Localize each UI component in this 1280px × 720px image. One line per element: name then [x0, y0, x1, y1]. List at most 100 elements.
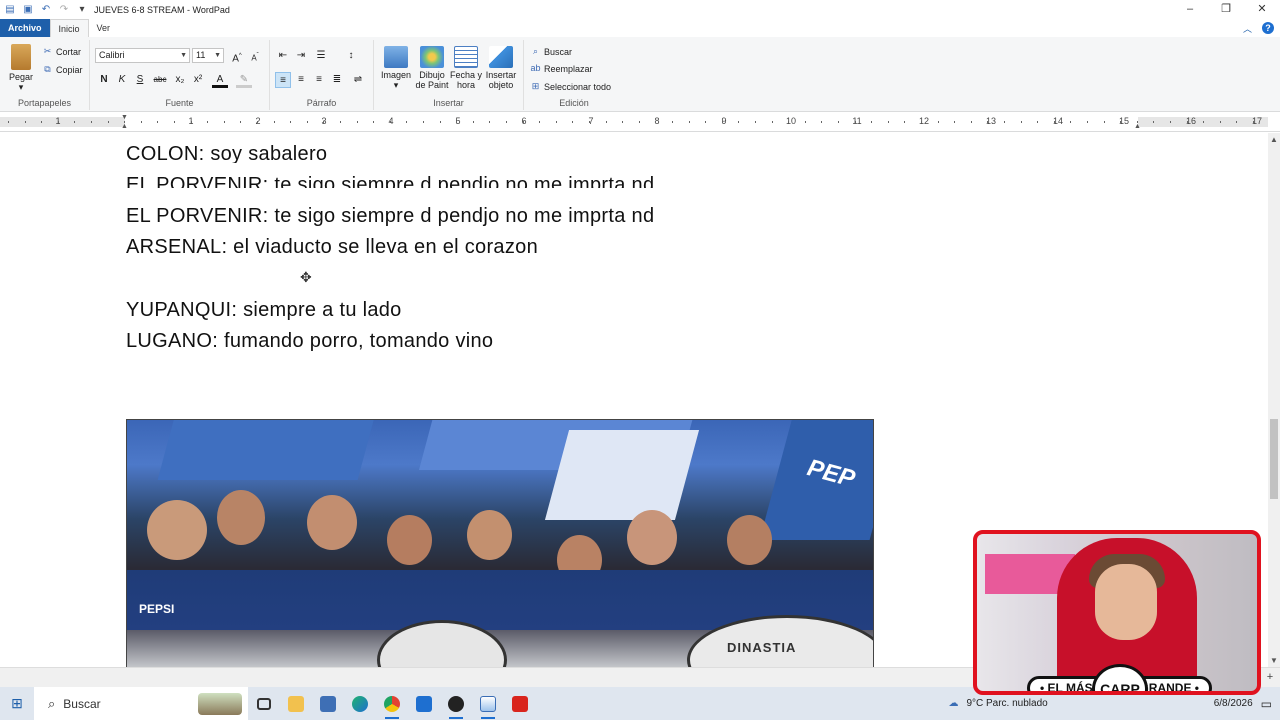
italic-button[interactable]: K	[114, 72, 130, 88]
quick-access-toolbar: ▤ ▣ ↶ ↷ ▾	[0, 4, 88, 16]
taskbar-search[interactable]: ⌕ Buscar	[34, 687, 248, 720]
embedded-crowd-photo[interactable]: PEP PEPSI DINASTIA	[126, 419, 874, 667]
ruler-tick	[1054, 121, 1055, 123]
customize-chevron-icon[interactable]: ▾	[76, 4, 88, 16]
find-button[interactable]: ⌕ Buscar	[530, 46, 572, 57]
paint-icon	[420, 46, 444, 68]
edge-icon[interactable]	[344, 687, 376, 720]
paint-drawing-button[interactable]: Dibujo de Paint	[414, 46, 450, 90]
increase-indent-icon[interactable]: ⇥	[293, 48, 309, 64]
hanging-indent-marker[interactable]: ▲	[121, 123, 128, 130]
red-app-icon[interactable]	[504, 687, 536, 720]
highlight-icon[interactable]: ✎	[236, 72, 252, 88]
binoculars-icon: ⌕	[532, 46, 539, 56]
wordpad-taskbar-icon[interactable]	[472, 687, 504, 720]
store-icon[interactable]	[408, 687, 440, 720]
ruler-tick	[705, 121, 706, 123]
bullet-list-icon[interactable]: ☰	[313, 48, 329, 64]
document-line[interactable]: ARSENAL: el viaducto se lleva en el cora…	[126, 236, 538, 259]
chrome-icon[interactable]	[376, 687, 408, 720]
undo-icon[interactable]: ↶	[40, 4, 52, 16]
tab-ver[interactable]: Ver	[89, 19, 119, 37]
shrink-font-button[interactable]: Aˇ	[247, 48, 263, 64]
align-right-icon[interactable]: ≡	[311, 72, 327, 88]
help-icon[interactable]: ?	[1262, 22, 1274, 34]
ruler-tick	[157, 121, 158, 123]
align-center-icon[interactable]: ≡	[293, 72, 309, 88]
insert-object-button[interactable]: Insertar objeto	[482, 46, 520, 90]
font-family-value: Calibri	[99, 50, 125, 60]
redo-icon[interactable]: ↷	[58, 4, 70, 16]
copy-button[interactable]: ⧉ Copiar	[42, 64, 82, 75]
photo-flag	[157, 420, 377, 480]
group-font: Calibri ▼ 11 ▼ A^ Aˇ N K S abc x₂ x² A ✎ F…	[90, 40, 270, 110]
collapse-ribbon-icon[interactable]: ︿	[1243, 22, 1252, 35]
ruler-tick	[1037, 121, 1038, 123]
weather-text[interactable]: 9°C Parc. nublado	[966, 698, 1047, 709]
close-button[interactable]: ✕	[1244, 0, 1280, 19]
tab-archivo[interactable]: Archivo	[0, 19, 50, 37]
calculator-icon[interactable]	[312, 687, 344, 720]
scrollbar-thumb[interactable]	[1270, 419, 1278, 499]
paste-button[interactable]: Pegar ▾	[6, 44, 36, 92]
clock-date[interactable]: 6/8/2026	[1214, 698, 1253, 709]
grow-font-button[interactable]: A^	[229, 48, 245, 64]
scroll-up-icon[interactable]: ▲	[1268, 135, 1280, 144]
bold-button[interactable]: N	[96, 72, 112, 88]
select-all-button[interactable]: ⊞ Seleccionar todo	[530, 81, 611, 92]
document-line[interactable]: EL PORVENIR: te sigo siempre d pendjo no…	[126, 174, 654, 188]
subscript-button[interactable]: x₂	[172, 72, 188, 88]
document-line[interactable]: COLON: soy sabalero	[126, 143, 327, 163]
right-indent-marker[interactable]: ▲	[1134, 123, 1141, 130]
paste-label: Pegar	[8, 72, 34, 82]
font-color-button[interactable]: A	[212, 72, 228, 88]
document-line[interactable]: EL PORVENIR: te sigo siempre d pendjo no…	[126, 205, 654, 228]
ruler-tick	[390, 121, 391, 123]
decrease-indent-icon[interactable]: ⇤	[275, 48, 291, 64]
paragraph-settings-icon[interactable]: ⇌	[350, 72, 366, 88]
document-line[interactable]: YUPANQUI: siempre a tu lado	[126, 299, 402, 322]
scroll-down-icon[interactable]: ▼	[1268, 656, 1280, 665]
font-family-select[interactable]: Calibri ▼	[95, 48, 190, 63]
justify-icon[interactable]: ≣	[329, 72, 345, 88]
photo-face	[387, 515, 432, 565]
cut-button[interactable]: ✂ Cortar	[42, 46, 81, 57]
ruler-tick	[1187, 121, 1188, 123]
insert-object-label: Insertar objeto	[485, 70, 517, 90]
vertical-scrollbar[interactable]: ▲ ▼	[1268, 133, 1280, 667]
save-icon[interactable]: ▣	[22, 4, 34, 16]
ruler[interactable]: 11234567891011121314151617 ▼ ▲ ▲	[0, 112, 1280, 132]
zoom-in-icon[interactable]: +	[1264, 671, 1276, 683]
tab-inicio[interactable]: Inicio	[49, 19, 89, 37]
banner-left-text: • EL MÁS	[1040, 681, 1093, 695]
document-line[interactable]: LUGANO: fumando porro, tomando vino	[126, 330, 493, 353]
font-size-value: 11	[196, 50, 206, 60]
ruler-tick	[1253, 121, 1254, 123]
ruler-tick	[655, 121, 656, 123]
clipped-lines: COLON: soy sabalero	[0, 133, 1268, 163]
underline-button[interactable]: S	[132, 72, 148, 88]
task-view-icon[interactable]	[248, 687, 280, 720]
minimize-button[interactable]: –	[1172, 0, 1208, 19]
photo-face	[217, 490, 265, 545]
windows-start-icon[interactable]: ⊞	[0, 695, 34, 712]
strikethrough-button[interactable]: abc	[152, 72, 168, 88]
line-spacing-icon[interactable]: ↕	[343, 48, 359, 64]
restore-button[interactable]: ❐	[1208, 0, 1244, 19]
chevron-down-icon: ▼	[180, 52, 187, 59]
weather-icon[interactable]: ☁	[948, 698, 958, 709]
find-label: Buscar	[544, 46, 573, 57]
font-size-select[interactable]: 11 ▼	[192, 48, 224, 63]
file-explorer-icon[interactable]	[280, 687, 312, 720]
ruler-tick	[788, 121, 789, 123]
align-left-icon[interactable]: ≡	[275, 72, 291, 88]
replace-button[interactable]: ab Reemplazar	[530, 63, 592, 74]
notifications-icon[interactable]: ▭	[1261, 697, 1272, 711]
superscript-button[interactable]: x²	[190, 72, 206, 88]
date-time-button[interactable]: Fecha y hora	[450, 46, 482, 90]
obs-icon[interactable]	[440, 687, 472, 720]
first-line-indent-marker[interactable]: ▼	[121, 114, 128, 121]
insert-image-button[interactable]: Imagen ▾	[378, 46, 414, 90]
ruler-tick	[307, 121, 308, 123]
group-insert: Imagen ▾ Dibujo de Paint Fecha y hora Ins…	[374, 40, 524, 110]
